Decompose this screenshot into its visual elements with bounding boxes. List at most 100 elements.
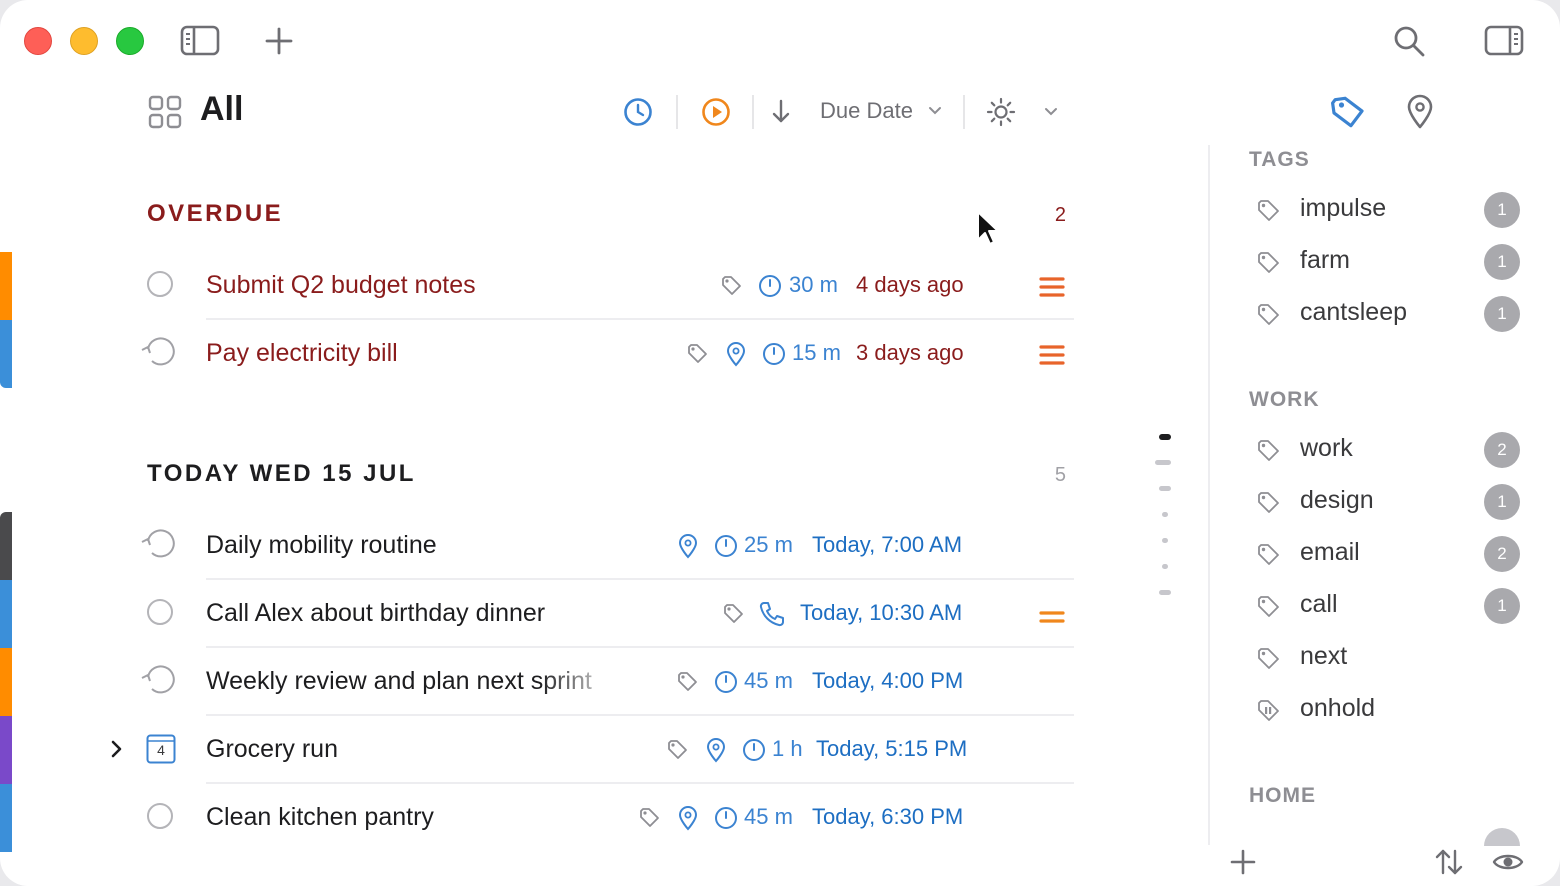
sidebar-tag-item[interactable]: work 2 bbox=[1250, 426, 1540, 478]
grid-icon bbox=[148, 95, 182, 129]
section-index-dot[interactable] bbox=[1162, 538, 1168, 543]
sidebar-tag-item[interactable]: call 1 bbox=[1250, 582, 1540, 634]
tag-name: next bbox=[1300, 642, 1348, 670]
task-name: Call Alex about birthday dinner bbox=[206, 599, 546, 627]
tag-icon bbox=[1256, 302, 1280, 326]
add-tag-icon[interactable] bbox=[1230, 849, 1256, 875]
sidebar-heading-tags: TAGS bbox=[1249, 148, 1310, 171]
task-due: Today, 10:30 AM bbox=[800, 600, 963, 625]
repeat-checkbox-icon[interactable] bbox=[140, 665, 178, 697]
task-due: 3 days ago bbox=[856, 340, 964, 365]
task-row[interactable]: Daily mobility routine 25 m Today, 7:00 … bbox=[0, 512, 1100, 580]
task-row[interactable]: Pay electricity bill 15 m 3 days ago bbox=[0, 320, 1100, 388]
subtask-count: 4 bbox=[157, 742, 165, 758]
sidebar-heading-work: WORK bbox=[1249, 388, 1320, 411]
task-row[interactable]: 4 Grocery run 1 h Today, 5:15 PM bbox=[0, 716, 1100, 784]
sidebar-tag-item[interactable]: cantsleep 1 bbox=[1250, 290, 1540, 342]
add-icon[interactable] bbox=[264, 26, 294, 56]
task-due: Today, 5:15 PM bbox=[816, 736, 968, 761]
play-filter-icon[interactable] bbox=[701, 97, 731, 127]
inspector-toggle-icon[interactable] bbox=[1484, 24, 1526, 58]
location-panel-icon[interactable] bbox=[1404, 94, 1436, 130]
priority-high-icon bbox=[1039, 276, 1065, 298]
task-row[interactable]: Clean kitchen pantry 45 m Today, 6:30 PM bbox=[0, 784, 1100, 852]
repeat-checkbox-icon[interactable] bbox=[140, 529, 178, 561]
tag-name: call bbox=[1300, 590, 1338, 618]
section-index-dot[interactable] bbox=[1155, 460, 1171, 465]
eye-icon[interactable] bbox=[1492, 850, 1524, 874]
sidebar-toggle-icon[interactable] bbox=[180, 24, 222, 58]
partial-badge bbox=[1484, 828, 1520, 846]
task-name: Weekly review and plan next sprint bbox=[206, 667, 592, 695]
close-window-button[interactable] bbox=[24, 27, 52, 55]
tag-count-badge: 2 bbox=[1484, 536, 1520, 572]
chevron-right-icon[interactable] bbox=[110, 740, 124, 758]
chevron-down-icon[interactable] bbox=[1044, 107, 1058, 117]
project-checkbox-icon[interactable]: 4 bbox=[146, 734, 176, 764]
task-row[interactable]: Submit Q2 budget notes 30 m 4 days ago bbox=[0, 252, 1100, 320]
clock-icon bbox=[714, 670, 738, 694]
task-duration: 1 h bbox=[772, 736, 803, 761]
clock-icon bbox=[742, 738, 766, 762]
task-checkbox[interactable] bbox=[147, 271, 173, 297]
section-title-today: TODAY WED 15 JUL bbox=[147, 460, 416, 487]
tag-icon bbox=[1256, 198, 1280, 222]
tag-name: onhold bbox=[1300, 694, 1376, 722]
clock-icon bbox=[758, 274, 782, 298]
sidebar-tag-item[interactable]: farm 1 bbox=[1250, 238, 1540, 290]
task-duration: 25 m bbox=[744, 532, 793, 557]
priority-high-icon bbox=[1039, 344, 1065, 366]
task-row[interactable]: Weekly review and plan next sprint 45 m … bbox=[0, 648, 1100, 716]
task-name: Clean kitchen pantry bbox=[206, 803, 434, 831]
sidebar-heading-home: HOME bbox=[1249, 784, 1316, 807]
tag-icon bbox=[1256, 490, 1280, 514]
search-icon[interactable] bbox=[1392, 24, 1426, 58]
task-checkbox[interactable] bbox=[147, 803, 173, 829]
sidebar-tag-item[interactable]: onhold bbox=[1250, 686, 1540, 738]
task-duration: 30 m bbox=[789, 272, 838, 297]
sort-arrows-icon[interactable] bbox=[1434, 848, 1464, 876]
sidebar-tag-item[interactable]: design 1 bbox=[1250, 478, 1540, 530]
tag-icon bbox=[676, 670, 698, 692]
clock-filter-icon[interactable] bbox=[623, 97, 653, 127]
sidebar-tag-item[interactable]: next bbox=[1250, 634, 1540, 686]
tag-panel-icon[interactable] bbox=[1330, 94, 1366, 130]
section-index-dot[interactable] bbox=[1159, 434, 1171, 440]
tag-name: work bbox=[1300, 434, 1353, 462]
clock-icon bbox=[714, 534, 738, 558]
page-title: All bbox=[200, 90, 244, 128]
tag-count-badge: 2 bbox=[1484, 432, 1520, 468]
sun-icon[interactable] bbox=[986, 97, 1016, 127]
sort-direction-icon[interactable] bbox=[770, 99, 792, 125]
task-name: Grocery run bbox=[206, 735, 338, 763]
section-index-dot[interactable] bbox=[1162, 512, 1168, 517]
task-due: Today, 4:00 PM bbox=[812, 668, 964, 693]
task-checkbox[interactable] bbox=[147, 599, 173, 625]
text-fade bbox=[540, 658, 630, 704]
tag-name: email bbox=[1300, 538, 1360, 566]
repeat-checkbox-icon[interactable] bbox=[140, 337, 178, 369]
section-index-dot[interactable] bbox=[1162, 564, 1168, 569]
priority-medium-icon bbox=[1039, 610, 1065, 626]
tag-icon bbox=[722, 602, 744, 624]
section-index-dot[interactable] bbox=[1159, 486, 1171, 491]
task-row[interactable]: Call Alex about birthday dinner Today, 1… bbox=[0, 580, 1100, 648]
tag-icon bbox=[720, 274, 742, 296]
tag-icon bbox=[1256, 542, 1280, 566]
sidebar-tag-item[interactable]: email 2 bbox=[1250, 530, 1540, 582]
chevron-down-icon[interactable] bbox=[928, 106, 942, 116]
section-title-overdue: OVERDUE bbox=[147, 200, 284, 227]
section-index-dot[interactable] bbox=[1159, 590, 1171, 595]
zoom-window-button[interactable] bbox=[116, 27, 144, 55]
task-duration: 45 m bbox=[744, 668, 793, 693]
tag-icon bbox=[686, 342, 708, 364]
sidebar-tag-item[interactable]: impulse 1 bbox=[1250, 186, 1540, 238]
tag-icon bbox=[666, 738, 688, 760]
tag-name: design bbox=[1300, 486, 1374, 514]
onhold-tag-icon bbox=[1256, 698, 1280, 722]
tag-icon bbox=[638, 806, 660, 828]
sort-field-label[interactable]: Due Date bbox=[820, 98, 913, 124]
location-icon bbox=[705, 737, 727, 763]
minimize-window-button[interactable] bbox=[70, 27, 98, 55]
app-window: All Due Date OVERDUE 2 Submit Q2 budget … bbox=[0, 0, 1560, 886]
